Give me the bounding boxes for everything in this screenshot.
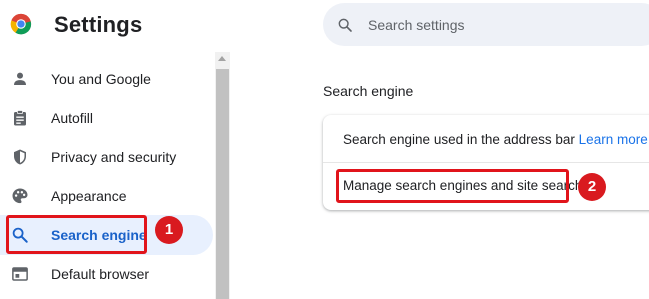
sidebar-item-privacy-and-security[interactable]: Privacy and security (0, 137, 213, 177)
sidebar-item-label: You and Google (51, 71, 151, 87)
page-title: Settings (54, 12, 143, 37)
palette-icon (12, 188, 28, 204)
sidebar-item-label: Default browser (51, 266, 150, 282)
sidebar-item-label: Privacy and security (51, 149, 177, 165)
default-search-engine-row: Search engine used in the address bar Le… (343, 132, 648, 147)
row-label: Search engine used in the address bar (343, 132, 575, 147)
sidebar-item-appearance[interactable]: Appearance (0, 176, 213, 216)
sidebar-item-label: Autofill (51, 110, 94, 126)
sidebar-item-you-and-google[interactable]: You and Google (0, 59, 213, 99)
scrollbar-thumb[interactable] (216, 69, 229, 299)
search-icon (338, 18, 352, 32)
scroll-up-arrow-icon[interactable] (218, 56, 226, 61)
sidebar-item-label: Appearance (51, 188, 127, 204)
browser-window-icon (12, 267, 28, 281)
highlight-box-manage-search-engines (336, 169, 569, 203)
search-input[interactable]: Search settings (368, 17, 465, 33)
step-badge-1: 1 (155, 216, 183, 244)
learn-more-link[interactable]: Learn more (579, 132, 648, 147)
shield-icon (14, 149, 26, 165)
chrome-logo-icon (10, 13, 32, 35)
person-icon (14, 72, 26, 85)
clipboard-icon (14, 110, 26, 126)
sidebar-item-autofill[interactable]: Autofill (0, 98, 213, 138)
divider (323, 162, 649, 163)
sidebar-item-default-browser[interactable]: Default browser (0, 254, 213, 294)
step-badge-2: 2 (578, 173, 606, 201)
section-title: Search engine (323, 83, 414, 99)
highlight-box-search-engine (6, 215, 147, 254)
